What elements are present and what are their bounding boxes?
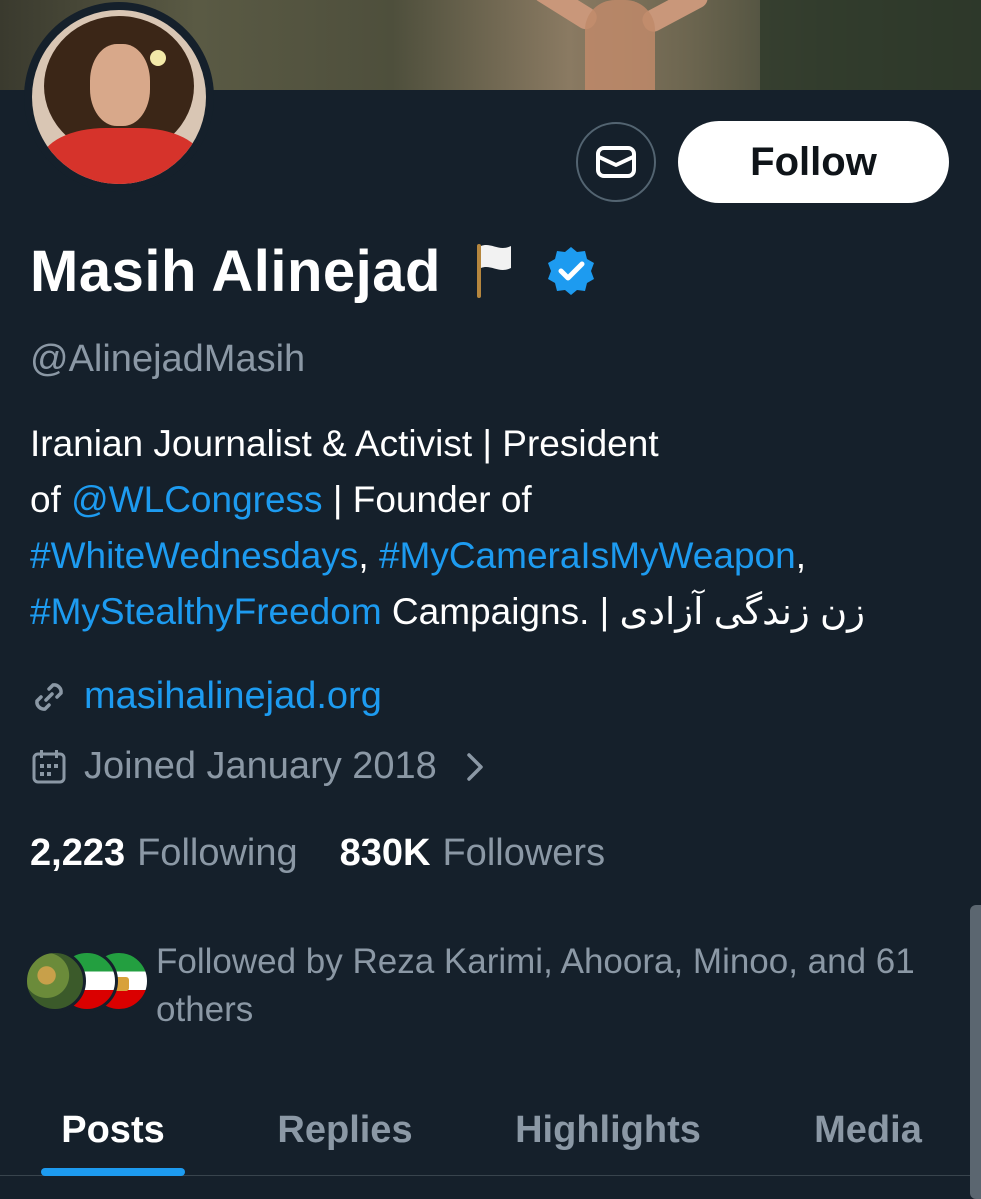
- bio-line-1: Iranian Journalist & Activist | Presiden…: [30, 423, 659, 464]
- follow-stats: 2,223 Following 830K Followers: [30, 832, 605, 875]
- profile-name-row: Masih Alinejad: [30, 236, 597, 306]
- tab-posts[interactable]: Posts: [41, 1084, 185, 1176]
- joined-date: Joined January 2018: [84, 745, 437, 787]
- tab-media[interactable]: Media: [790, 1084, 946, 1176]
- bio-line-4: #MyStealthyFreedom Campaigns. | زن زندگی…: [30, 591, 866, 632]
- banner-foliage: [760, 0, 981, 90]
- followers-count: 830K: [339, 832, 431, 874]
- message-button[interactable]: [576, 122, 656, 202]
- hashtag-link[interactable]: #MyStealthyFreedom: [30, 591, 382, 632]
- profile-tabs: Posts Replies Highlights Media: [0, 1084, 970, 1176]
- calendar-icon: [32, 749, 66, 783]
- chevron-right-icon: [467, 752, 483, 781]
- tab-replies[interactable]: Replies: [250, 1084, 440, 1176]
- link-icon: [35, 682, 63, 711]
- profile-handle: @AlinejadMasih: [30, 338, 306, 380]
- followers-stat[interactable]: 830K Followers: [340, 832, 605, 875]
- followed-by-text: Followed by Reza Karimi, Ahoora, Minoo, …: [156, 942, 915, 1029]
- followers-label: Followers: [442, 832, 606, 874]
- profile-bio: Iranian Journalist & Activist | Presiden…: [30, 416, 960, 640]
- white-flag-icon: [476, 244, 511, 298]
- mention-link[interactable]: @WLCongress: [71, 479, 322, 520]
- hashtag-link[interactable]: #MyCameraIsMyWeapon: [379, 535, 796, 576]
- hashtag-link[interactable]: #WhiteWednesdays: [30, 535, 358, 576]
- website-row: masihalinejad.org: [30, 675, 382, 718]
- avatar-photo: [32, 10, 206, 184]
- following-stat[interactable]: 2,223 Following: [30, 832, 298, 875]
- verified-badge-icon[interactable]: [545, 245, 597, 297]
- bio-line-3: #WhiteWednesdays, #MyCameraIsMyWeapon,: [30, 535, 806, 576]
- bio-line-2: of @WLCongress | Founder of: [30, 479, 532, 520]
- followed-by[interactable]: Followed by Reza Karimi, Ahoora, Minoo, …: [24, 938, 916, 1034]
- joined-row[interactable]: Joined January 2018: [30, 745, 487, 788]
- banner-figure: [585, 0, 655, 90]
- following-count: 2,223: [30, 832, 126, 874]
- tab-highlights[interactable]: Highlights: [490, 1084, 726, 1176]
- envelope-icon: [596, 146, 636, 178]
- follow-button[interactable]: Follow: [678, 121, 949, 203]
- profile-name: Masih Alinejad: [30, 238, 441, 304]
- profile-avatar[interactable]: [24, 2, 214, 192]
- website-link[interactable]: masihalinejad.org: [84, 675, 382, 718]
- scrollbar[interactable]: [970, 905, 981, 1199]
- follower-avatar: [24, 950, 86, 1012]
- follower-avatars: [24, 950, 150, 1016]
- following-label: Following: [137, 832, 298, 874]
